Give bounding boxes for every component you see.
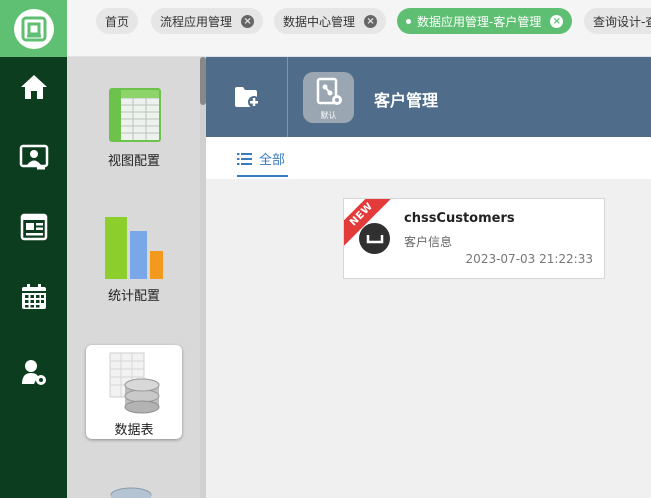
folder-add-icon — [234, 87, 260, 108]
bracket-icon — [366, 234, 383, 243]
tab-label: 查询设计-查 — [593, 14, 651, 29]
sidebar-item-view-config[interactable]: 视图配置 — [86, 82, 182, 172]
app-logo[interactable] — [0, 0, 67, 57]
sidebar-item-stat-config[interactable]: 统计配置 — [86, 215, 182, 307]
database-table-icon — [109, 352, 160, 414]
tab-query-design[interactable]: 查询设计-查 — [584, 8, 651, 34]
badge-label: 默认 — [320, 111, 337, 120]
user-card-icon[interactable] — [0, 135, 67, 179]
sidebar-item-label: 视图配置 — [107, 154, 160, 169]
news-icon[interactable] — [0, 205, 67, 249]
tab-label: 数据应用管理-客户管理 — [417, 14, 542, 29]
home-icon[interactable] — [0, 65, 67, 109]
user-settings-icon[interactable] — [0, 350, 67, 394]
tab-customer-management[interactable]: 数据应用管理-客户管理 × — [397, 8, 573, 34]
card-app-icon — [359, 223, 390, 254]
calendar-icon[interactable] — [0, 275, 67, 319]
tab-label: 流程应用管理 — [160, 14, 233, 29]
app-settings-icon — [316, 77, 342, 105]
filter-all-label: 全部 — [259, 153, 286, 168]
close-icon[interactable]: × — [364, 14, 378, 28]
card-title: chssCustomers — [404, 211, 515, 226]
bar-chart-icon — [105, 217, 163, 279]
app-card[interactable]: NEW chssCustomers 客户信息 2023-07-03 21:22:… — [343, 198, 605, 279]
tab-bar: 首页 流程应用管理 × 数据中心管理 × 数据应用管理-客户管理 × 查询设计-… — [67, 0, 651, 57]
filter-all-tab[interactable]: 全部 — [237, 149, 285, 168]
database-icon — [110, 487, 152, 498]
app-rail — [0, 0, 67, 498]
sidebar-item-label: 统计配置 — [107, 289, 160, 304]
tab-label: 数据中心管理 — [283, 14, 356, 29]
tab-home[interactable]: 首页 — [96, 8, 139, 34]
add-folder-button[interactable] — [206, 57, 288, 137]
app-header: 默认 客户管理 — [206, 57, 651, 137]
active-tab-underline — [237, 175, 288, 177]
sidebar-item-label: 数据表 — [114, 423, 154, 438]
page-title: 客户管理 — [374, 91, 439, 110]
sidebar-item-data-table[interactable]: 数据表 — [86, 345, 182, 439]
close-icon[interactable]: × — [241, 14, 255, 28]
tab-data-center-management[interactable]: 数据中心管理 × — [274, 8, 387, 34]
app-badge[interactable]: 默认 — [303, 72, 354, 123]
spreadsheet-icon — [109, 88, 161, 142]
card-subtitle: 客户信息 — [404, 235, 453, 249]
list-icon — [237, 152, 252, 165]
tab-label: 首页 — [105, 14, 130, 29]
filter-bar: 全部 — [206, 137, 651, 179]
close-icon[interactable]: × — [550, 14, 564, 28]
card-timestamp: 2023-07-03 21:22:33 — [465, 252, 593, 266]
tab-workflow-app-management[interactable]: 流程应用管理 × — [151, 8, 264, 34]
active-dot-icon — [406, 18, 411, 24]
config-sidebar: 视图配置 统计配置 数据表 — [67, 57, 206, 498]
logo-icon — [13, 8, 54, 49]
